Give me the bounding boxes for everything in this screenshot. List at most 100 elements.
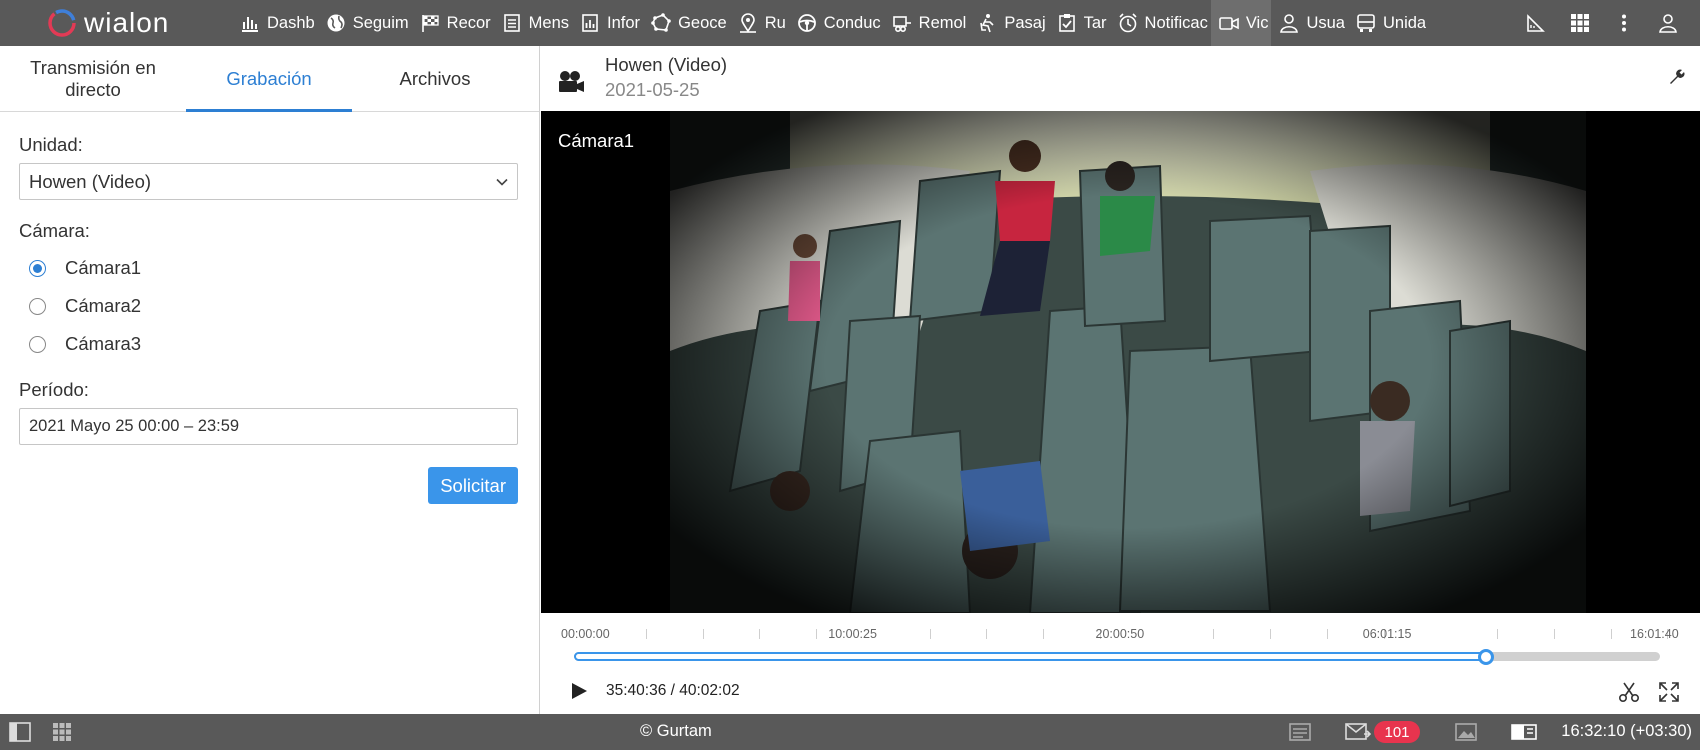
panel-toggle-icon[interactable] bbox=[9, 722, 31, 742]
nav-item-bus[interactable]: Unida bbox=[1348, 0, 1429, 46]
user-account[interactable] bbox=[1646, 0, 1700, 46]
mail-icon[interactable] bbox=[1345, 722, 1371, 742]
nav-item-passenger[interactable]: Pasaj bbox=[969, 0, 1048, 46]
timeline-tick bbox=[816, 629, 817, 639]
nav-item-checkered-flag[interactable]: Recor bbox=[412, 0, 494, 46]
nav-item-label: Notificac bbox=[1144, 13, 1208, 32]
camera-option-3[interactable]: Cámara3 bbox=[19, 325, 520, 363]
timeline-tick bbox=[929, 629, 931, 639]
nav-item-globe[interactable]: Seguim bbox=[318, 0, 412, 46]
seek-bar-progress bbox=[574, 652, 1487, 661]
timeline-tick bbox=[1326, 629, 1328, 639]
logo[interactable]: wialon bbox=[0, 0, 232, 46]
nav-item-user[interactable]: Usua bbox=[1271, 0, 1348, 46]
recording-form: Unidad: Howen (Video) Cámara: Cámara1 Cám… bbox=[0, 112, 539, 504]
nav-item-label: Unida bbox=[1382, 13, 1427, 32]
play-icon[interactable] bbox=[569, 681, 589, 701]
nav-item-steering-wheel[interactable]: Conduc bbox=[789, 0, 884, 46]
main-nav: Dashb Seguim Recor Mens Infor Geoce Ru Conduc Re… bbox=[232, 0, 1429, 46]
radio-button[interactable] bbox=[29, 335, 46, 353]
timeline: 00:00:00 10:00:25 20:00:50 06:01:15 16:01:40… bbox=[541, 613, 1700, 714]
timeline-tick-label: 10:00:25 bbox=[828, 627, 877, 641]
nav-item-label: Geoce bbox=[678, 13, 727, 32]
timeline-tick-label: 20:00:50 bbox=[1095, 627, 1145, 641]
split-view-icon[interactable] bbox=[1511, 722, 1537, 742]
image-icon[interactable] bbox=[1455, 722, 1477, 742]
nav-item-trailer[interactable]: Remol bbox=[884, 0, 970, 46]
camera-label: Cámara: bbox=[19, 220, 90, 241]
video-tabs: Transmisión en directo Grabación Archivo… bbox=[0, 46, 539, 112]
notes-icon[interactable] bbox=[1289, 722, 1311, 742]
timeline-tick-label: 00:00:00 bbox=[561, 627, 610, 641]
fullscreen-icon[interactable] bbox=[1658, 681, 1680, 703]
left-panel: Transmisión en directo Grabación Archivo… bbox=[0, 46, 540, 714]
account-icon bbox=[1658, 13, 1678, 33]
nav-item-task[interactable]: Tar bbox=[1049, 0, 1110, 46]
player-controls: 35:40:36 / 40:02:02 bbox=[541, 671, 1700, 711]
radio-button[interactable] bbox=[29, 297, 46, 315]
nav-item-label: Ru bbox=[764, 13, 786, 32]
seek-handle[interactable] bbox=[1478, 649, 1495, 665]
nav-item-video-camera[interactable]: Vic bbox=[1210, 0, 1272, 46]
trailer-icon bbox=[892, 13, 912, 33]
logo-text: wialon bbox=[84, 7, 170, 38]
timeline-tick bbox=[759, 629, 761, 639]
nav-item-label: Mens bbox=[528, 13, 570, 32]
timeline-tick bbox=[986, 629, 988, 639]
nav-item-route[interactable]: Ru bbox=[730, 0, 789, 46]
nav-item-label: Remol bbox=[918, 13, 967, 32]
steering-wheel-icon bbox=[797, 13, 817, 33]
task-icon bbox=[1057, 13, 1077, 33]
nav-item-report[interactable]: Infor bbox=[572, 0, 643, 46]
player-unit-title: Howen (Video) bbox=[605, 54, 728, 75]
nav-item-message[interactable]: Mens bbox=[494, 0, 572, 46]
timeline-tick bbox=[1610, 629, 1612, 639]
user-icon bbox=[1279, 13, 1299, 33]
video-camera-icon bbox=[1219, 13, 1239, 33]
bar-chart-icon bbox=[240, 13, 260, 33]
timeline-tick-label: 16:01:40 bbox=[1630, 627, 1679, 641]
radio-button[interactable] bbox=[29, 259, 46, 277]
grid-icon bbox=[1570, 13, 1590, 33]
tab-recording[interactable]: Grabación bbox=[186, 46, 352, 112]
chevron-down-icon bbox=[496, 178, 508, 186]
tab-files[interactable]: Archivos bbox=[352, 46, 518, 111]
camera-option-2[interactable]: Cámara2 bbox=[19, 287, 520, 325]
geofence-icon bbox=[651, 13, 671, 33]
timeline-tick bbox=[1213, 629, 1215, 639]
nav-item-label: Usua bbox=[1306, 13, 1345, 32]
nav-item-label: Dashb bbox=[267, 13, 315, 32]
more-menu[interactable] bbox=[1602, 0, 1646, 46]
timeline-tick bbox=[1553, 629, 1555, 639]
nav-item-alarm[interactable]: Notificac bbox=[1110, 0, 1211, 46]
unit-label: Unidad: bbox=[19, 134, 83, 155]
camera-overlay-label: Cámara1 bbox=[558, 130, 635, 151]
message-icon bbox=[502, 13, 522, 33]
seek-bar[interactable] bbox=[574, 649, 1660, 665]
nav-item-label: Seguim bbox=[352, 13, 409, 32]
video-viewport[interactable]: Cámara1 bbox=[541, 111, 1700, 613]
time-display: 35:40:36 / 40:02:02 bbox=[606, 682, 740, 699]
apps-menu[interactable] bbox=[1558, 0, 1602, 46]
wrench-icon[interactable] bbox=[1668, 68, 1686, 86]
grid-layout-icon[interactable] bbox=[51, 722, 73, 742]
nav-item-geofence[interactable]: Geoce bbox=[643, 0, 730, 46]
timeline-tick bbox=[1043, 629, 1044, 639]
nav-item-bar-chart[interactable]: Dashb bbox=[232, 0, 318, 46]
camera-option-label: Cámara3 bbox=[65, 333, 142, 354]
status-bar: © Gurtam 101 16:32:10 (+03:30) bbox=[0, 714, 1700, 750]
unit-select[interactable]: Howen (Video) bbox=[19, 163, 518, 200]
ruler-tool[interactable] bbox=[1514, 0, 1558, 46]
period-input[interactable]: 2021 Mayo 25 00:00 – 23:59 bbox=[19, 408, 518, 445]
wialon-logo-icon bbox=[48, 9, 76, 37]
camera-option-1[interactable]: Cámara1 bbox=[19, 249, 520, 287]
request-button[interactable]: Solicitar bbox=[428, 467, 518, 504]
scissors-icon[interactable] bbox=[1618, 681, 1640, 703]
timeline-tick-label: 06:01:15 bbox=[1362, 627, 1412, 641]
timeline-tick bbox=[645, 629, 647, 639]
tab-live[interactable]: Transmisión en directo bbox=[0, 46, 186, 111]
top-navigation-bar: wialon Dashb Seguim Recor Mens Infor Geoce Ru C… bbox=[0, 0, 1700, 46]
passenger-icon bbox=[977, 13, 997, 33]
unread-count-badge[interactable]: 101 bbox=[1374, 721, 1420, 743]
checkered-flag-icon bbox=[420, 13, 440, 33]
